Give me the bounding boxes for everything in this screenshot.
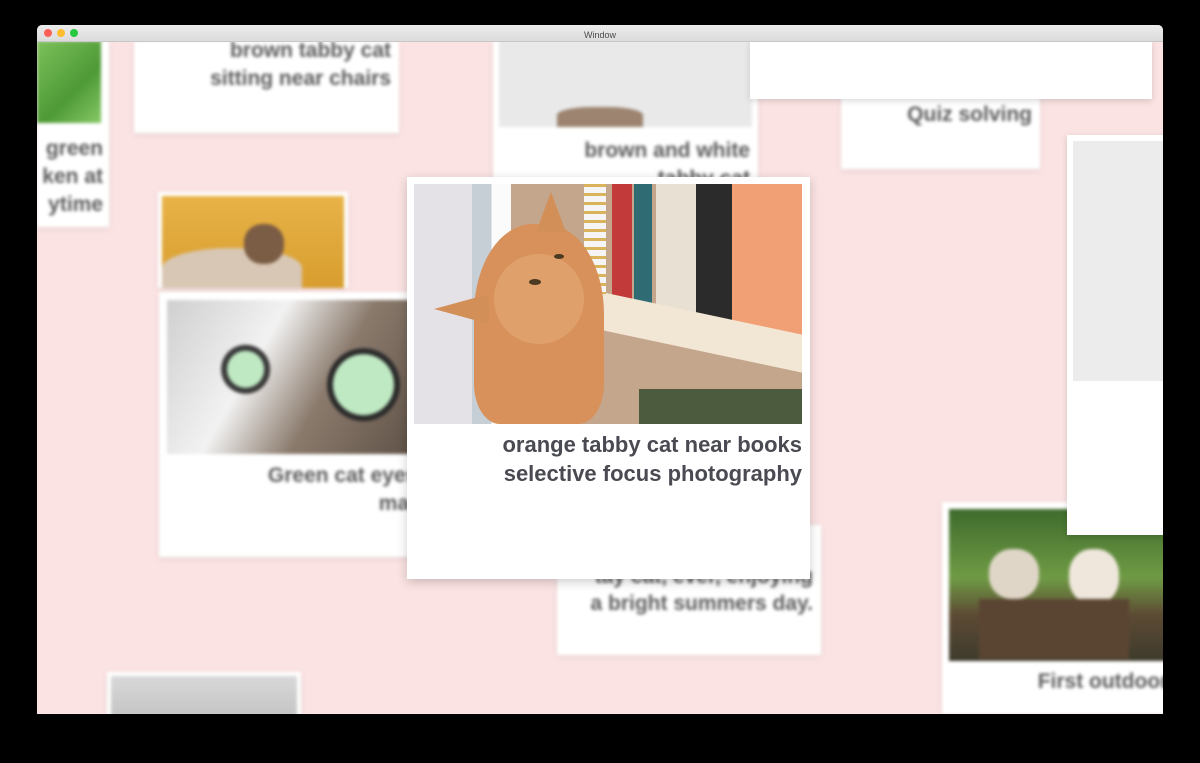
photo-card[interactable]: brown tabby cat sitting near chairs [134, 41, 399, 133]
card-photo [1073, 141, 1163, 381]
card-caption-line: First outdoor o [1037, 670, 1163, 693]
card-photo [162, 196, 344, 288]
card-photo [414, 184, 802, 424]
app-window: Window green ken at ytime brown tabby ca… [37, 25, 1163, 714]
card-photo [167, 300, 429, 454]
photo-card[interactable]: green ken at ytime [37, 41, 109, 227]
card-caption-line: ytime [48, 193, 103, 216]
photo-card[interactable]: brown and white tabby cat [493, 41, 758, 186]
photo-card[interactable]: Green cat eyes i macr [159, 292, 429, 557]
card-photo [37, 41, 101, 123]
card-photo [111, 676, 297, 714]
window-title: Window [583, 30, 616, 40]
card-caption-line: a bright summers day. [590, 592, 813, 615]
focused-caption-line: selective focus photography [503, 461, 802, 486]
photo-card[interactable] [750, 41, 1152, 99]
photo-card[interactable] [1067, 135, 1163, 535]
card-caption-line: Green cat eyes i [267, 464, 429, 487]
minimize-window-button[interactable] [57, 29, 65, 37]
card-caption-line: brown and white [584, 139, 750, 162]
photo-card[interactable] [107, 672, 301, 714]
card-caption-line: brown tabby cat [229, 41, 391, 62]
focused-photo-card[interactable]: orange tabby cat near books selective fo… [407, 177, 810, 579]
photo-card[interactable] [158, 192, 348, 288]
card-caption-line: sitting near chairs [210, 67, 391, 90]
card-photo [499, 41, 752, 127]
title-bar: Window [37, 25, 1163, 42]
card-caption-line: ken at [42, 165, 103, 188]
maximize-window-button[interactable] [70, 29, 78, 37]
card-caption-line: Quiz solving [907, 103, 1032, 126]
card-caption-line: green [45, 137, 103, 160]
focused-caption-line: orange tabby cat near books [502, 432, 802, 457]
close-window-button[interactable] [44, 29, 52, 37]
